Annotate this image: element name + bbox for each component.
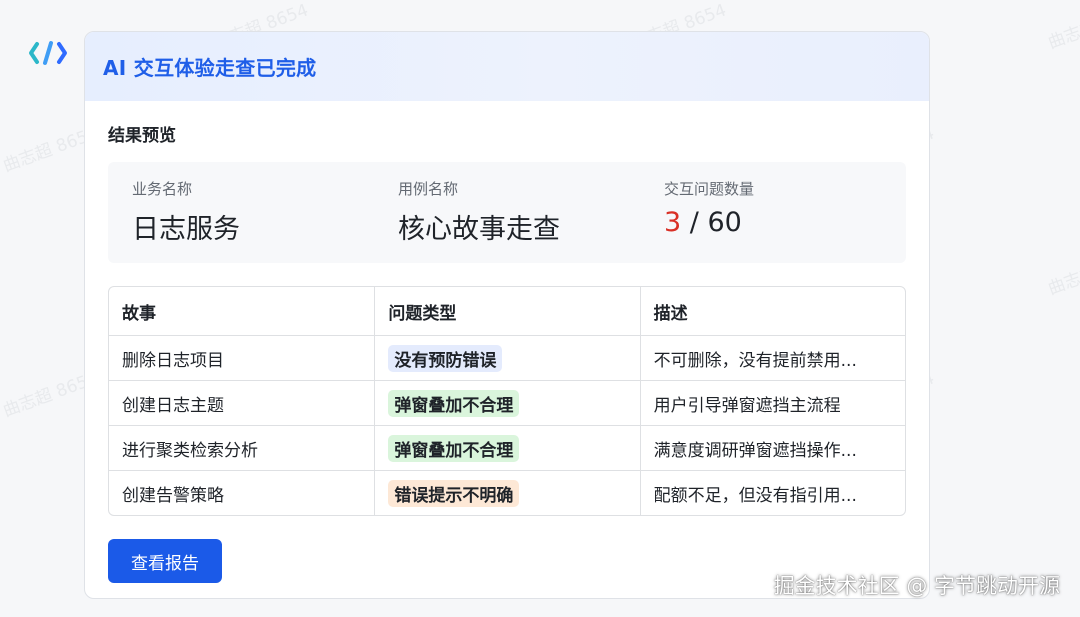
- result-card: AI 交互体验走查已完成 结果预览 业务名称 日志服务 用例名称 核心故事走查 …: [84, 31, 930, 599]
- description-cell: 满意度调研弹窗遮挡操作...: [639, 426, 905, 470]
- issue-type-tag: 没有预防错误: [388, 344, 503, 372]
- column-header: 故事: [122, 303, 156, 324]
- issues-table: 故事 问题类型 描述 删除日志项目 没有预防错误 不可删除，没有提前禁用... …: [108, 286, 906, 516]
- type-cell: 弹窗叠加不合理: [374, 426, 639, 470]
- issue-type-tag: 弹窗叠加不合理: [388, 434, 520, 462]
- app-logo-icon: [29, 41, 67, 65]
- summary-value: 3 / 60: [664, 207, 906, 238]
- summary-label: 业务名称: [132, 180, 193, 198]
- issue-count: 3: [664, 207, 682, 238]
- type-cell: 没有预防错误: [374, 336, 639, 380]
- table-row: 删除日志项目 没有预防错误 不可删除，没有提前禁用...: [109, 335, 905, 380]
- card-header: AI 交互体验走查已完成: [85, 32, 929, 101]
- summary-business: 业务名称 日志服务: [108, 162, 374, 263]
- summary-issue-count: 交互问题数量 3 / 60: [640, 162, 906, 263]
- summary-label: 用例名称: [398, 180, 459, 198]
- summary-label: 交互问题数量: [664, 180, 755, 198]
- total-count: 60: [707, 207, 742, 238]
- column-header: 描述: [639, 287, 905, 335]
- footer-credit: 掘金技术社区 @ 字节跳动开源: [773, 574, 1060, 598]
- description-cell: 用户引导弹窗遮挡主流程: [639, 381, 905, 425]
- watermark-text: 曲志超 8654: [1045, 246, 1080, 300]
- table-row: 创建日志主题 弹窗叠加不合理 用户引导弹窗遮挡主流程: [109, 380, 905, 425]
- description-cell: 不可删除，没有提前禁用...: [639, 336, 905, 380]
- summary-value: 日志服务: [132, 214, 240, 245]
- count-separator: /: [689, 207, 699, 238]
- column-header: 问题类型: [374, 287, 639, 335]
- issue-type-tag: 弹窗叠加不合理: [388, 389, 520, 417]
- issue-type-tag: 错误提示不明确: [388, 479, 520, 507]
- section-title: 结果预览: [108, 126, 176, 146]
- summary-use-case: 用例名称 核心故事走查: [374, 162, 640, 263]
- story-cell: 进行聚类检索分析: [122, 440, 258, 461]
- story-cell: 创建日志主题: [122, 395, 224, 416]
- story-cell: 创建告警策略: [122, 485, 224, 506]
- type-cell: 弹窗叠加不合理: [374, 381, 639, 425]
- table-row: 创建告警策略 错误提示不明确 配额不足，但没有指引用...: [109, 470, 905, 515]
- table-row: 进行聚类检索分析 弹窗叠加不合理 满意度调研弹窗遮挡操作...: [109, 425, 905, 470]
- summary-value: 核心故事走查: [398, 214, 560, 245]
- view-report-button[interactable]: 查看报告: [108, 539, 222, 583]
- summary-panel: 业务名称 日志服务 用例名称 核心故事走查 交互问题数量 3 / 60: [108, 162, 906, 263]
- description-cell: 配额不足，但没有指引用...: [639, 471, 905, 515]
- table-header-row: 故事 问题类型 描述: [109, 287, 905, 335]
- watermark-text: 曲志超 8654: [1045, 0, 1080, 54]
- type-cell: 错误提示不明确: [374, 471, 639, 515]
- story-cell: 删除日志项目: [122, 350, 224, 371]
- card-title: AI 交互体验走查已完成: [103, 56, 317, 80]
